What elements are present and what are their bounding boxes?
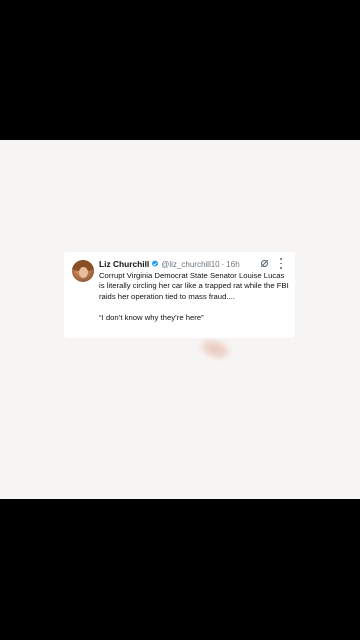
tweet-card: Liz Churchill @liz_churchill10 · 16h Cor… [64,252,295,338]
blurred-object [195,334,235,364]
separator-dot: · [221,259,225,269]
tweet-quote: “I don’t know why they’re here” [99,312,204,322]
more-options-icon[interactable] [279,258,283,269]
tweet-body: Corrupt Virginia Democrat State Senator … [99,271,289,323]
tweet-time[interactable]: 16h [226,260,239,269]
tweet-header: Liz Churchill @liz_churchill10 · 16h [99,258,240,270]
author-handle[interactable]: @liz_churchill10 [161,260,219,269]
grok-icon[interactable] [260,259,269,268]
verified-badge-icon [152,260,159,267]
video-frame: Liz Churchill @liz_churchill10 · 16h Cor… [0,140,360,499]
tweet-text: Corrupt Virginia Democrat State Senator … [99,271,289,301]
avatar[interactable] [72,260,94,282]
author-name[interactable]: Liz Churchill [99,259,149,269]
